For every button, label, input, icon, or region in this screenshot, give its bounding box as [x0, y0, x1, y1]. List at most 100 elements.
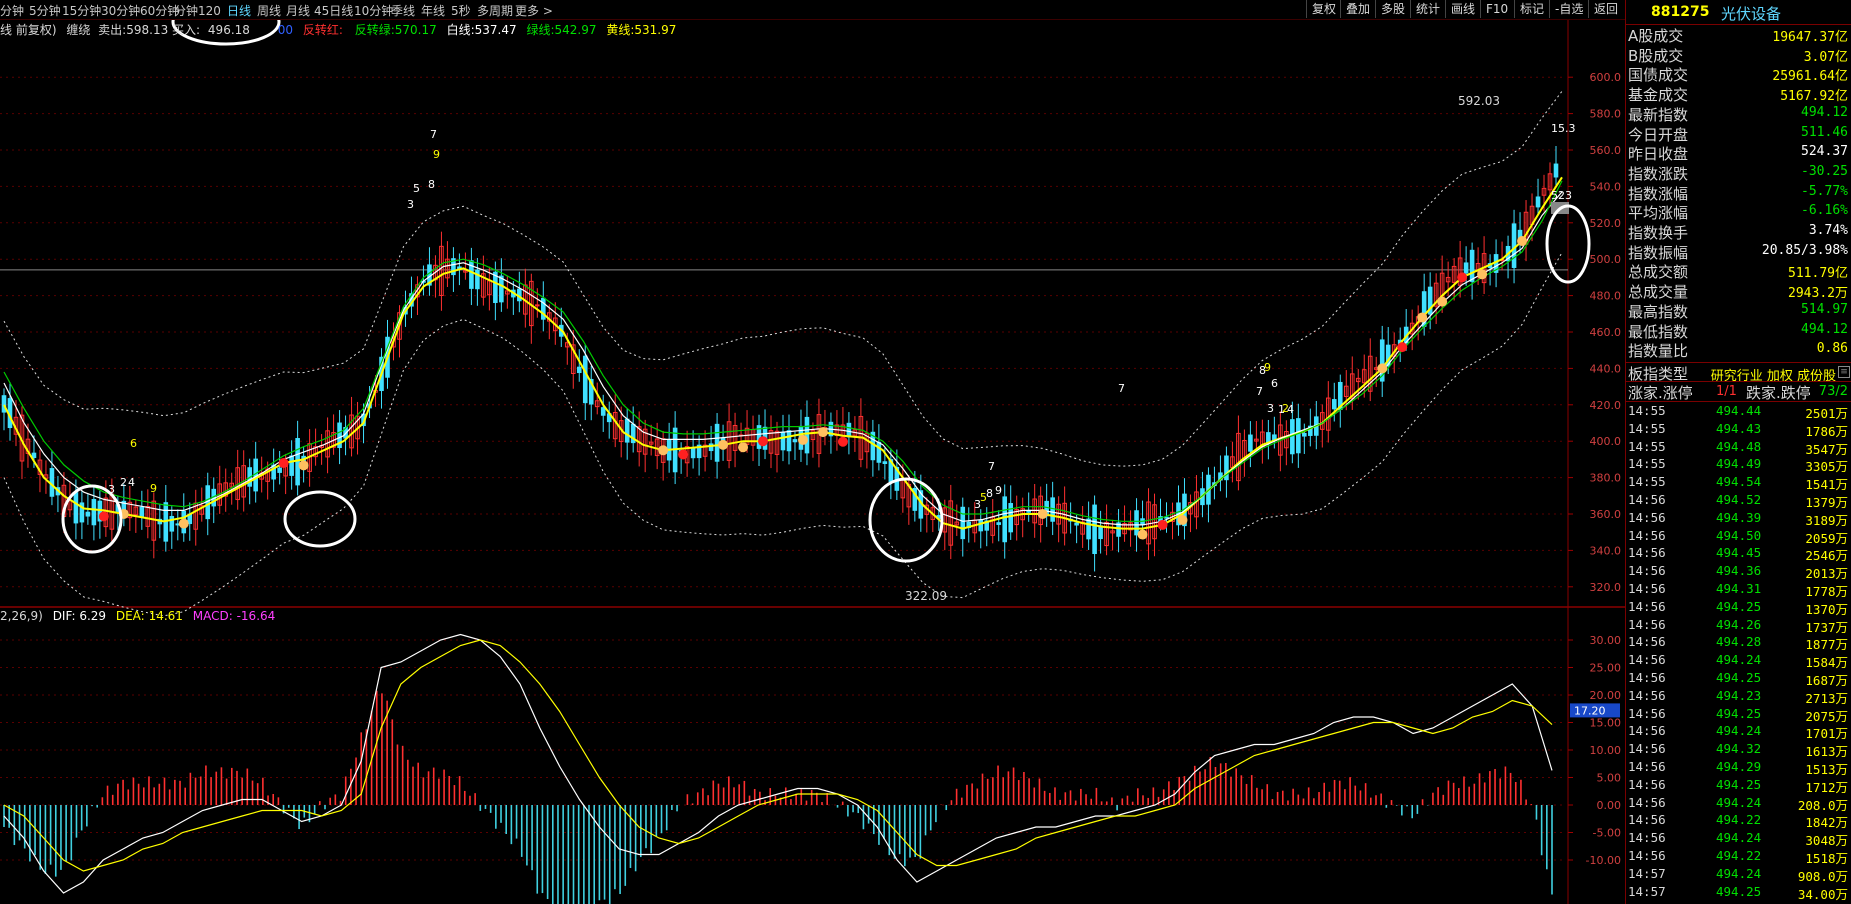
count-label: 3	[1267, 402, 1274, 415]
tick-row: 14:55 494.43 1786万	[1626, 420, 1851, 439]
candle-body	[1511, 223, 1517, 268]
quote-value: 25961.64亿	[1772, 69, 1848, 85]
signal-marker	[1397, 342, 1408, 353]
legend-item-chanrao: 缠绕	[66, 23, 91, 37]
period-tab-1[interactable]: 5分钟	[29, 2, 61, 19]
period-tab-7[interactable]: 周线	[257, 2, 281, 19]
candle-body	[85, 511, 91, 517]
candle-body	[780, 431, 786, 451]
quote-row: 指数涨幅 -5.77%	[1626, 183, 1851, 203]
quote-value: 494.12	[1801, 104, 1848, 120]
macd-dea-value: 14.61	[148, 609, 183, 623]
signal-marker	[1437, 296, 1448, 307]
signal-marker	[678, 449, 689, 460]
period-tab-11[interactable]: 季线	[391, 2, 415, 19]
tick-row: 14:56 494.50 2059万	[1626, 527, 1851, 546]
tick-time: 14:56	[1628, 598, 1666, 614]
tick-row: 14:56 494.22 1842万	[1626, 811, 1851, 830]
candle-body	[1050, 497, 1055, 522]
signal-marker	[658, 445, 669, 456]
macd-tick-label: 20.00	[1590, 689, 1622, 702]
quote-value: 524.37	[1801, 144, 1848, 160]
toolbar-button-0[interactable]: 复权	[1306, 0, 1341, 18]
period-tab-6[interactable]: 日线	[227, 2, 251, 19]
quote-row: 最低指数 494.12	[1626, 321, 1851, 341]
period-tab-12[interactable]: 年线	[421, 2, 445, 19]
expand-icon[interactable]: ≡	[1838, 366, 1850, 378]
price-tick-label: 380.0	[1590, 472, 1622, 485]
candle-body	[1164, 516, 1169, 519]
toolbar-button-3[interactable]: 统计	[1410, 0, 1445, 18]
period-tab-3[interactable]: 30分钟	[101, 2, 140, 19]
candle-body	[714, 423, 720, 462]
indicator-legend: 线 前复权) 缠绕 卖出:598.13 买入: 496.18 00 反转红: 反…	[0, 21, 676, 37]
quote-label: 指数量比	[1628, 342, 1689, 361]
count-label: 9	[433, 148, 440, 161]
toolbar-button-6[interactable]: 标记	[1514, 0, 1549, 18]
period-tab-8[interactable]: 月线	[286, 2, 310, 19]
period-tab-14[interactable]: 多周期	[477, 2, 513, 19]
tick-row: 14:55 494.48 3547万	[1626, 438, 1851, 457]
quote-label: 最高指数	[1628, 302, 1689, 321]
quote-label: 国债成交	[1628, 66, 1689, 85]
macd-tick-label: 5.00	[1597, 772, 1622, 785]
period-tab-2[interactable]: 15分钟	[62, 2, 101, 19]
legend-buy-label: 买入:	[172, 23, 201, 37]
tick-time: 14:57	[1628, 883, 1666, 899]
period-tab-15[interactable]: 更多 >	[515, 2, 553, 19]
index-name: 光伏设备	[1721, 5, 1782, 23]
quote-label: 昨日收盘	[1628, 145, 1689, 164]
tick-row: 14:56 494.24 1701万	[1626, 722, 1851, 741]
signal-marker	[1037, 509, 1048, 519]
macd-tick-label: 25.00	[1590, 662, 1622, 675]
period-tab-10[interactable]: 10分钟	[354, 2, 393, 19]
period-tab-0[interactable]: 分钟	[0, 2, 24, 19]
tick-row: 14:55 494.44 2501万	[1626, 402, 1851, 421]
kline-chart-area[interactable]: 600.0580.0560.0540.0520.0500.0480.0460.0…	[0, 20, 1625, 904]
low-price-label: 322.09	[905, 589, 947, 603]
tick-row: 14:56 494.26 1737万	[1626, 616, 1851, 635]
tick-row: 14:56 494.31 1778万	[1626, 580, 1851, 599]
tick-price: 494.39	[1716, 509, 1762, 525]
right-tag: 15.3	[1551, 122, 1576, 135]
candle-body	[499, 275, 504, 303]
tick-price: 494.24	[1716, 794, 1762, 810]
quote-row: 平均涨幅 -6.16%	[1626, 202, 1851, 222]
quote-label: 总成交量	[1628, 283, 1689, 302]
price-tick-label: 600.0	[1590, 71, 1622, 84]
tick-row: 14:56 494.23 2713万	[1626, 687, 1851, 706]
tick-time: 14:56	[1628, 794, 1666, 810]
quote-label: 指数涨跌	[1628, 164, 1689, 183]
period-tab-5[interactable]: 分钟120	[174, 2, 221, 19]
tick-time: 14:56	[1628, 616, 1666, 632]
price-tick-label: 580.0	[1590, 108, 1622, 121]
period-tab-9[interactable]: 45日线	[314, 2, 353, 19]
tick-time: 14:56	[1628, 545, 1666, 561]
quote-row: B股成交 3.07亿	[1626, 45, 1851, 65]
tick-price: 494.31	[1716, 581, 1762, 596]
quote-row: 指数涨跌 -30.25	[1626, 163, 1851, 183]
toolbar-button-4[interactable]: 画线	[1445, 0, 1480, 18]
period-tab-13[interactable]: 5秒	[451, 2, 471, 19]
toolbar-button-5[interactable]: F10	[1480, 0, 1513, 18]
toolbar-button-2[interactable]: 多股	[1375, 0, 1410, 18]
legend-sell-label: 卖出:	[98, 23, 127, 37]
candle-body	[576, 366, 582, 374]
tick-time: 14:56	[1628, 581, 1666, 596]
tick-time: 14:55	[1628, 403, 1666, 418]
toolbar-button-1[interactable]: 叠加	[1340, 0, 1375, 18]
count-label: 2	[120, 476, 127, 489]
candle-body	[1074, 522, 1079, 526]
period-toolbar: 分钟 5分钟 15分钟 30分钟 60分钟 分钟120 日线 周线 月线 45日线 10分钟 季线 年线…	[0, 0, 1625, 20]
candle-body	[1331, 399, 1337, 410]
candle-body	[1086, 518, 1091, 540]
toolbar-button-7[interactable]: -自选	[1549, 0, 1588, 18]
tick-row: 14:55 494.49 3305万	[1626, 455, 1851, 474]
toolbar-button-8[interactable]: 返回	[1588, 0, 1623, 18]
tick-time: 14:56	[1628, 848, 1666, 863]
tick-row: 14:56 494.52 1379万	[1626, 491, 1851, 510]
macd-tick-label: 15.00	[1590, 717, 1622, 730]
signal-marker	[1157, 519, 1168, 530]
tick-price: 494.24	[1716, 830, 1762, 846]
signal-marker	[718, 439, 729, 450]
